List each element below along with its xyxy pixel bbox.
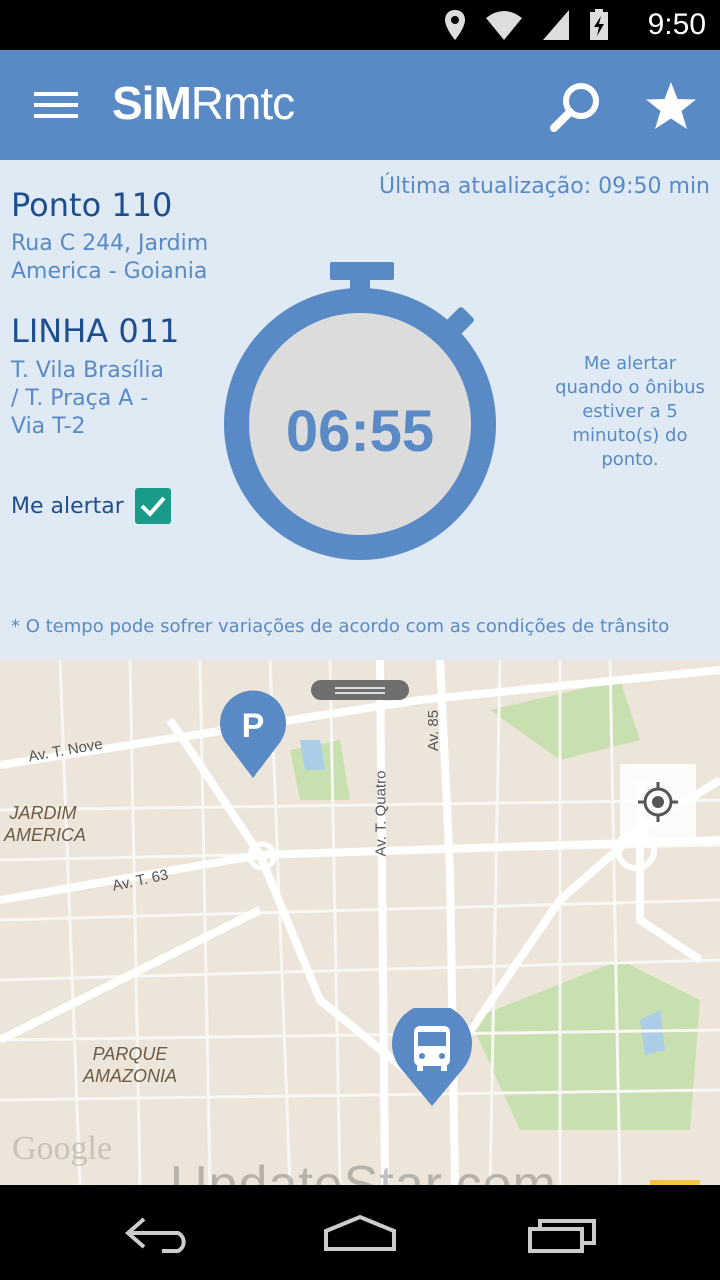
- alert-checkbox[interactable]: [135, 488, 171, 524]
- watermark: UpdateStar.com: [170, 1156, 557, 1185]
- line-route: T. Vila Brasília / T. Praça A - Via T-2: [11, 358, 164, 439]
- status-icons: [431, 8, 610, 42]
- location-icon: [444, 10, 465, 40]
- area-label-parque-amazonia: PARQUE AMAZONIA: [82, 1044, 177, 1086]
- app-logo: SiMRmtc: [112, 76, 295, 130]
- recent-apps-icon[interactable]: [526, 1215, 598, 1255]
- my-location-button[interactable]: [620, 764, 696, 840]
- logo-bold: SiM: [112, 77, 192, 129]
- google-attribution: Google: [12, 1130, 113, 1167]
- logo-light: Rmtc: [190, 77, 295, 129]
- my-location-icon: [638, 782, 678, 822]
- bus-marker[interactable]: [390, 1008, 474, 1108]
- nav-bar: [0, 1185, 720, 1280]
- alert-label: Me alertar: [11, 494, 124, 519]
- stopwatch-timer: 06:55: [222, 258, 498, 564]
- parking-marker-letter: P: [242, 707, 265, 745]
- search-icon[interactable]: [548, 80, 604, 136]
- map-roads: [0, 660, 720, 1185]
- favorite-star-icon[interactable]: [644, 80, 698, 134]
- last-update: Última atualização: 09:50 min: [379, 174, 710, 199]
- signal-icon: [542, 10, 569, 40]
- area-label-jardim-america: JARDIM AMERICA: [4, 803, 87, 845]
- bus-icon: [414, 1026, 450, 1071]
- back-icon[interactable]: [122, 1213, 196, 1253]
- app-bar: SiMRmtc: [0, 50, 720, 160]
- home-icon[interactable]: [322, 1213, 398, 1253]
- status-bar: 9:50: [0, 0, 720, 50]
- checkmark-icon: [140, 496, 166, 517]
- drawer-handle[interactable]: [311, 680, 409, 700]
- disclaimer: * O tempo pode sofrer variações de acord…: [11, 616, 670, 637]
- stop-address: Rua C 244, Jardim America - Goiania: [11, 231, 209, 284]
- street-label-85: Av. 85: [425, 709, 443, 752]
- parking-stop-marker[interactable]: P: [218, 690, 288, 780]
- alert-info: Me alertar quando o ônibus estiver a 5 m…: [555, 353, 705, 470]
- arrival-panel: Última atualização: 09:50 min Ponto 110 …: [0, 160, 720, 660]
- map-view[interactable]: Av. T. Nove Av. T. 63 Av. T. Quatro Av. …: [0, 660, 720, 1185]
- street-label-t-quatro: Av. T. Quatro: [372, 770, 390, 857]
- alert-row: Me alertar: [11, 488, 171, 524]
- battery-charging-icon: [590, 9, 608, 40]
- wifi-icon: [485, 11, 522, 40]
- countdown-value: 06:55: [285, 399, 435, 464]
- stop-title: Ponto 110: [11, 186, 173, 224]
- menu-icon[interactable]: [34, 92, 78, 122]
- line-title: LINHA 011: [11, 312, 180, 350]
- status-time: 9:50: [647, 8, 706, 41]
